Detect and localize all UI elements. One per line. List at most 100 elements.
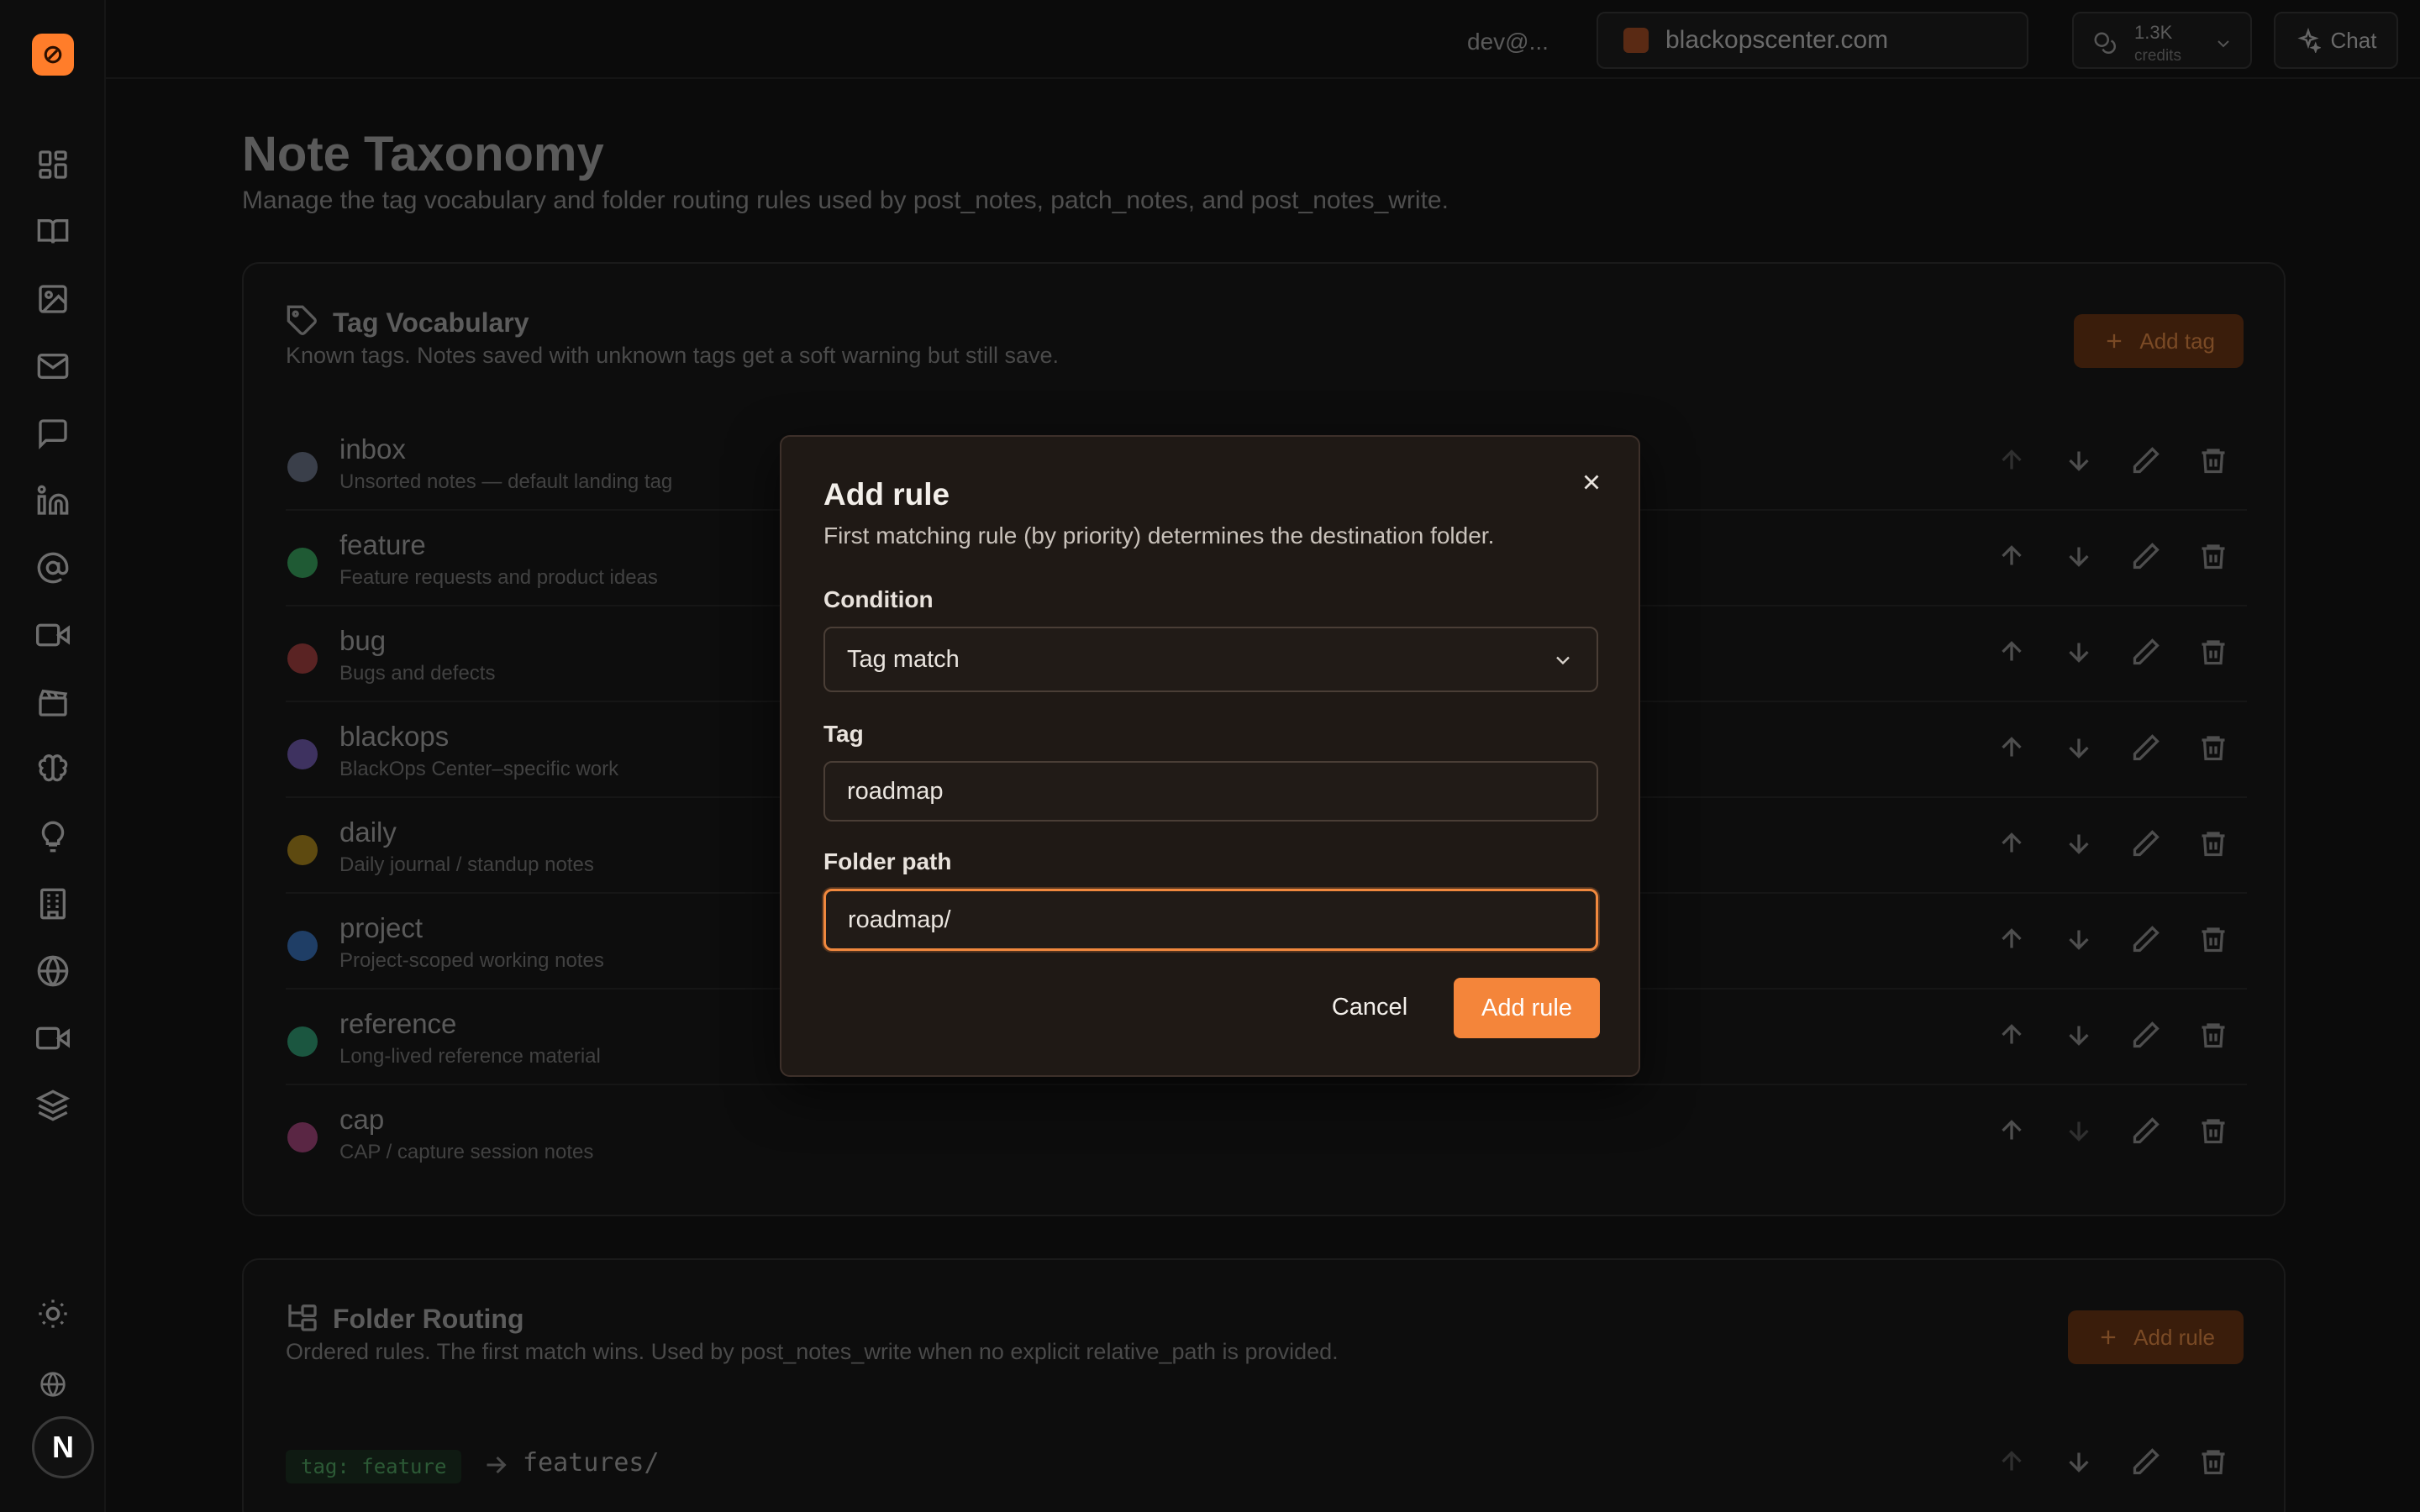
globe-icon[interactable] xyxy=(33,951,73,991)
book-icon[interactable] xyxy=(33,212,73,252)
mail-icon[interactable] xyxy=(33,346,73,386)
credits-value: 1.3K xyxy=(2134,22,2173,43)
credits-button[interactable]: 1.3K credits xyxy=(2072,12,2252,69)
move-down-icon[interactable] xyxy=(2064,541,2094,571)
avatar-initial: N xyxy=(52,1430,74,1464)
tag-input[interactable] xyxy=(847,777,1597,806)
edit-pencil-icon[interactable] xyxy=(2131,1020,2161,1050)
move-down-icon[interactable] xyxy=(2064,445,2094,475)
delete-trash-icon[interactable] xyxy=(2198,828,2228,858)
tag-description: BlackOps Center–specific work xyxy=(339,758,619,780)
move-down-icon[interactable] xyxy=(2064,1116,2094,1146)
top-bar: dev@... blackopscenter.com 1.3K credits … xyxy=(106,0,2420,79)
delete-trash-icon[interactable] xyxy=(2198,637,2228,667)
move-up-icon[interactable] xyxy=(1996,1446,2027,1477)
avatar[interactable]: N xyxy=(32,1416,94,1478)
user-email[interactable]: dev@... xyxy=(1467,29,1549,55)
close-icon[interactable] xyxy=(1575,465,1608,499)
add-rule-label: Add rule xyxy=(2133,1324,2215,1350)
move-up-icon[interactable] xyxy=(1996,1116,2027,1146)
dashboard-icon[interactable] xyxy=(33,144,73,185)
linkedin-icon[interactable] xyxy=(33,480,73,521)
edit-pencil-icon[interactable] xyxy=(2131,541,2161,571)
layers-icon[interactable] xyxy=(33,1085,73,1126)
edit-pencil-icon[interactable] xyxy=(2131,637,2161,667)
tag-color-dot[interactable] xyxy=(287,643,318,674)
tag-name: bug xyxy=(339,625,387,656)
edit-pencil-icon[interactable] xyxy=(2131,732,2161,763)
edit-pencil-icon[interactable] xyxy=(2131,1116,2161,1146)
tag-color-dot[interactable] xyxy=(287,1122,318,1152)
folder-path-input[interactable] xyxy=(848,906,1596,934)
add-rule-button[interactable]: Add rule xyxy=(2068,1310,2244,1364)
folder-path-label: Folder path xyxy=(823,848,952,874)
add-tag-button[interactable]: Add tag xyxy=(2074,314,2244,368)
move-down-icon[interactable] xyxy=(2064,828,2094,858)
brain-icon[interactable] xyxy=(33,749,73,790)
tag-input-box[interactable] xyxy=(823,761,1598,822)
delete-trash-icon[interactable] xyxy=(2198,445,2228,475)
tag-color-dot[interactable] xyxy=(287,548,318,578)
tag-vocabulary-title: Tag Vocabulary xyxy=(333,307,529,338)
app-logo-icon[interactable] xyxy=(32,34,74,76)
move-up-icon[interactable] xyxy=(1996,828,2027,858)
chat-button[interactable]: Chat xyxy=(2274,12,2398,69)
tag-color-dot[interactable] xyxy=(287,931,318,961)
delete-trash-icon[interactable] xyxy=(2198,924,2228,954)
delete-trash-icon[interactable] xyxy=(2198,541,2228,571)
folder-path-input-box[interactable] xyxy=(823,889,1598,951)
sun-icon[interactable] xyxy=(33,1294,73,1334)
delete-trash-icon[interactable] xyxy=(2198,1020,2228,1050)
delete-trash-icon[interactable] xyxy=(2198,1446,2228,1477)
condition-label: Condition xyxy=(823,586,934,612)
move-down-icon[interactable] xyxy=(2064,924,2094,954)
at-sign-icon[interactable] xyxy=(33,548,73,588)
edit-pencil-icon[interactable] xyxy=(2131,1446,2161,1477)
video-icon[interactable] xyxy=(33,615,73,655)
clapperboard-icon[interactable] xyxy=(33,682,73,722)
dialog-title: Add rule xyxy=(823,477,950,512)
tag-color-dot[interactable] xyxy=(287,1026,318,1057)
move-up-icon[interactable] xyxy=(1996,637,2027,667)
site-selector[interactable]: blackopscenter.com xyxy=(1597,12,2028,69)
language-globe-icon[interactable] xyxy=(36,1368,70,1401)
delete-trash-icon[interactable] xyxy=(2198,732,2228,763)
plus-icon xyxy=(2101,1330,2116,1345)
tag-color-dot[interactable] xyxy=(287,739,318,769)
camera-icon[interactable] xyxy=(33,1018,73,1058)
move-up-icon[interactable] xyxy=(1996,1020,2027,1050)
move-up-icon[interactable] xyxy=(1996,541,2027,571)
move-down-icon[interactable] xyxy=(2064,732,2094,763)
tag-name: project xyxy=(339,912,424,943)
condition-select[interactable]: Tag match xyxy=(823,627,1598,692)
edit-pencil-icon[interactable] xyxy=(2131,445,2161,475)
image-icon[interactable] xyxy=(33,279,73,319)
cancel-button[interactable]: Cancel xyxy=(1321,978,1418,1037)
move-up-icon[interactable] xyxy=(1996,924,2027,954)
rule-path: features/ xyxy=(523,1448,660,1478)
edit-pencil-icon[interactable] xyxy=(2131,828,2161,858)
move-down-icon[interactable] xyxy=(2064,1446,2094,1477)
move-up-icon[interactable] xyxy=(1996,445,2027,475)
tag-description: Project-scoped working notes xyxy=(339,949,604,972)
move-down-icon[interactable] xyxy=(2064,1020,2094,1050)
tag-name: blackops xyxy=(339,721,450,752)
tag-row: cap CAP / capture session notes xyxy=(286,1085,2247,1181)
tag-color-dot[interactable] xyxy=(287,835,318,865)
chat-label: Chat xyxy=(2330,27,2377,53)
building-icon[interactable] xyxy=(33,884,73,924)
tag-description: CAP / capture session notes xyxy=(339,1141,594,1163)
page-title: Note Taxonomy xyxy=(242,127,604,181)
move-down-icon[interactable] xyxy=(2064,637,2094,667)
plus-icon xyxy=(2107,333,2122,349)
move-up-icon[interactable] xyxy=(1996,732,2027,763)
add-rule-submit-button[interactable]: Add rule xyxy=(1454,978,1600,1038)
delete-trash-icon[interactable] xyxy=(2198,1116,2228,1146)
tag-name: inbox xyxy=(339,433,406,465)
edit-pencil-icon[interactable] xyxy=(2131,924,2161,954)
tag-color-dot[interactable] xyxy=(287,452,318,482)
chevron-down-icon xyxy=(1556,656,1570,665)
chat-bubble-icon[interactable] xyxy=(33,413,73,454)
lightbulb-icon[interactable] xyxy=(33,816,73,857)
rule-condition: tag: feature xyxy=(286,1450,462,1483)
